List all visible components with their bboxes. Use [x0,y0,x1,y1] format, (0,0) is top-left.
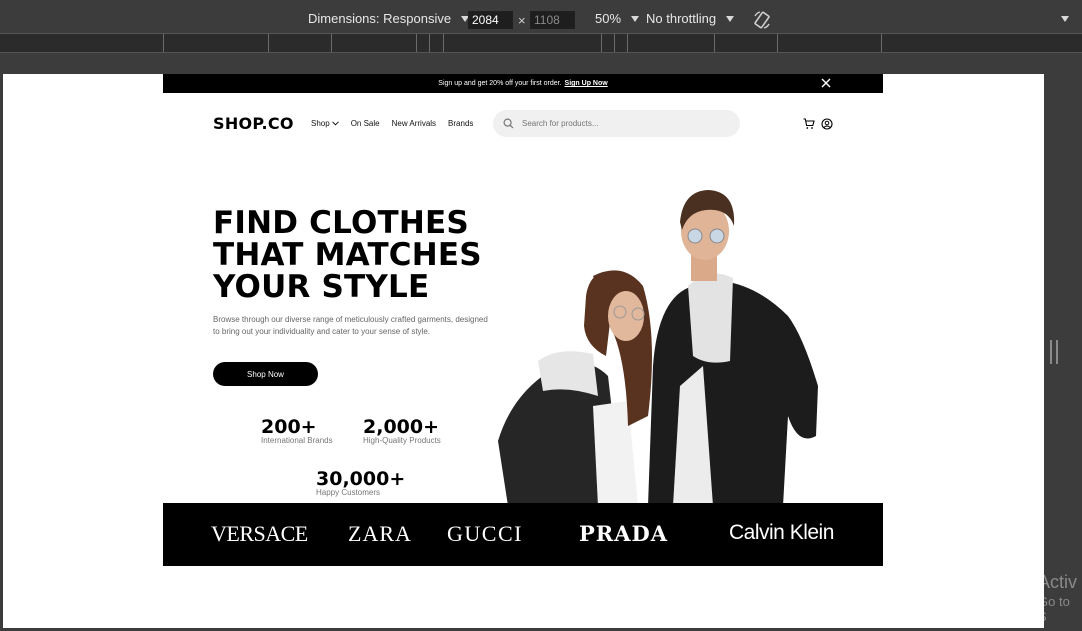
brand-prada: PRADA [579,521,669,546]
search-input[interactable] [522,119,722,128]
device-viewport: Sign up and get 20% off your first order… [3,74,1044,628]
promo-bar: Sign up and get 20% off your first order… [163,74,883,93]
signup-link[interactable]: Sign Up Now [565,80,608,87]
watermark-line-1: Activ [1038,572,1078,592]
media-query-ruler [0,33,1082,53]
devtools-toolbar: Dimensions: Responsive 2084 × 1108 50% N… [0,0,1082,36]
stat-customers: 30,000+ Happy Customers [316,468,405,497]
site-logo[interactable]: SHOP.CO [213,114,294,133]
chevron-down-icon [726,15,735,22]
stat-brands: 200+ International Brands [261,416,333,445]
search-bar[interactable] [493,110,740,137]
resize-handle[interactable] [1050,340,1058,364]
headline-line-1: FIND CLOTHES [213,205,469,241]
throttling-dropdown[interactable]: No throttling [646,11,735,26]
watermark-line-2: Go to S [1038,593,1070,625]
stat-label: International Brands [261,436,333,445]
chevron-down-icon [631,15,640,22]
headline-line-2: THAT MATCHES [213,237,482,273]
cart-icon[interactable] [803,118,815,130]
height-input[interactable]: 1108 [530,11,575,29]
stat-value: 2,000+ [363,416,440,438]
rotate-icon[interactable] [752,10,772,30]
nav-on-sale[interactable]: On Sale [351,119,380,128]
nav-new-arrivals[interactable]: New Arrivals [392,119,436,128]
nav-brands[interactable]: Brands [448,119,473,128]
nav-shop[interactable]: Shop [311,119,339,128]
stat-products: 2,000+ High-Quality Products [363,416,441,445]
throttling-label: No throttling [646,11,717,26]
hero-subtext: Browse through our diverse range of meti… [213,315,488,336]
zoom-label: 50% [595,11,622,26]
more-options-icon[interactable] [1061,16,1069,22]
nav-shop-label: Shop [311,119,330,128]
main-nav: SHOP.CO Shop On Sale New Arrivals Brands [163,108,883,138]
headline-line-3: YOUR STYLE [213,269,430,305]
chevron-down-icon [331,121,339,126]
brand-calvin-klein: Calvin Klein [729,521,834,544]
hero-models-image [498,190,818,506]
brand-gucci: GUCCI [447,521,523,546]
stat-value: 200+ [261,416,317,438]
shop-now-button[interactable]: Shop Now [213,362,318,386]
zoom-dropdown[interactable]: 50% [595,11,640,26]
stat-value: 30,000+ [316,468,406,490]
brand-strip: VERSACE ZARA GUCCI PRADA Calvin Klein [163,503,883,566]
width-input[interactable]: 2084 [468,11,513,29]
search-icon [503,118,514,129]
shop-site: Sign up and get 20% off your first order… [163,74,883,566]
activation-watermark: Activ Go to S [1038,572,1082,625]
user-account-icon[interactable] [821,118,833,130]
brand-zara: ZARA [348,521,412,546]
dimensions-label: Dimensions: Responsive [308,11,452,26]
nav-links: Shop On Sale New Arrivals Brands [311,119,473,128]
close-icon[interactable] [821,78,831,88]
stat-label: High-Quality Products [363,436,441,445]
brand-versace: VERSACE [211,521,308,546]
dimension-separator: × [518,13,526,28]
dimensions-dropdown[interactable]: Dimensions: Responsive [308,11,470,26]
hero-headline: FIND CLOTHES THAT MATCHES YOUR STYLE [213,207,482,303]
promo-text: Sign up and get 20% off your first order… [438,80,562,87]
